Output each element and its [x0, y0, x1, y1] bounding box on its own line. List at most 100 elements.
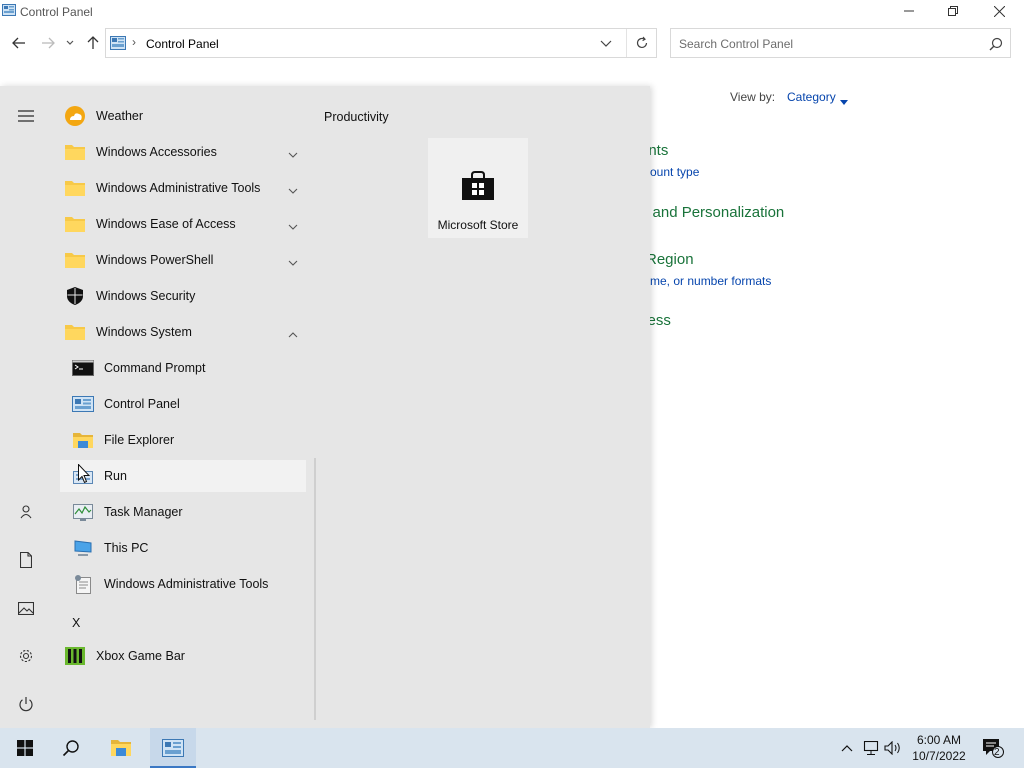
app-windows-administrative-tools-child[interactable]: Windows Administrative Tools — [60, 568, 306, 600]
control-panel-icon — [2, 4, 16, 16]
app-command-prompt[interactable]: Command Prompt — [60, 352, 306, 384]
start-menu: Weather Windows Accessories Windows Admi… — [0, 86, 650, 728]
address-dropdown-icon[interactable] — [600, 37, 614, 49]
clock-date: 10/7/2022 — [912, 749, 966, 763]
app-weather[interactable]: Weather — [60, 100, 306, 132]
change-date-time-formats-link[interactable]: time, or number formats — [644, 274, 771, 288]
app-label: Task Manager — [104, 505, 183, 519]
windows-start-icon[interactable] — [2, 728, 48, 768]
app-label: Run — [104, 469, 127, 483]
app-control-panel[interactable]: Control Panel — [60, 388, 306, 420]
view-by-dropdown[interactable]: Category — [787, 90, 836, 104]
tile-group-title[interactable]: Productivity — [324, 110, 389, 124]
clock-time: 6:00 AM — [916, 733, 962, 747]
chevron-down-icon[interactable] — [288, 183, 298, 194]
clock-region-link[interactable]: Region — [646, 251, 694, 268]
user-icon[interactable] — [10, 496, 42, 528]
chevron-up-icon[interactable] — [288, 327, 298, 338]
control-panel-icon — [72, 393, 94, 415]
system-clock[interactable]: 6:00 AM 10/7/2022 — [904, 732, 974, 764]
file-explorer-icon — [72, 429, 94, 451]
start-menu-rail — [0, 86, 52, 728]
volume-icon[interactable] — [884, 740, 902, 756]
power-icon[interactable] — [10, 688, 42, 720]
recent-locations-chevron-icon[interactable] — [63, 34, 77, 52]
app-windows-security[interactable]: Windows Security — [60, 280, 306, 312]
restore-button[interactable] — [930, 0, 976, 22]
app-label: Windows System — [96, 325, 192, 339]
xbox-game-bar-icon — [64, 645, 86, 667]
documents-icon[interactable] — [10, 544, 42, 576]
app-list: Weather Windows Accessories Windows Admi… — [52, 86, 314, 728]
app-run[interactable]: Run — [60, 460, 306, 492]
back-button[interactable] — [9, 34, 29, 52]
microsoft-store-icon — [461, 170, 495, 202]
app-windows-ease-of-access[interactable]: Windows Ease of Access — [60, 208, 306, 240]
folder-icon — [64, 177, 86, 199]
notification-center-icon[interactable] — [982, 738, 1004, 758]
chevron-down-icon[interactable] — [288, 219, 298, 230]
network-icon[interactable] — [862, 740, 880, 756]
chevron-down-icon[interactable] — [288, 255, 298, 266]
app-windows-administrative-tools[interactable]: Windows Administrative Tools — [60, 172, 306, 204]
view-by-label: View by: — [730, 90, 776, 104]
close-button[interactable] — [976, 0, 1022, 22]
minimize-button[interactable] — [886, 0, 932, 22]
title-bar[interactable]: Control Panel — [0, 0, 1024, 24]
control-panel-icon[interactable] — [150, 728, 196, 768]
app-this-pc[interactable]: This PC — [60, 532, 306, 564]
app-label: Xbox Game Bar — [96, 649, 185, 663]
shield-icon — [64, 285, 86, 307]
folder-icon — [64, 249, 86, 271]
tile-label: Microsoft Store — [437, 218, 519, 232]
search-icon[interactable] — [989, 37, 1003, 51]
app-label: Control Panel — [104, 397, 180, 411]
file-explorer-icon[interactable] — [98, 728, 144, 768]
chevron-down-icon[interactable] — [288, 147, 298, 158]
app-windows-system[interactable]: Windows System — [60, 316, 306, 348]
app-label: Weather — [96, 109, 144, 123]
search-icon[interactable] — [48, 728, 94, 768]
address-divider — [626, 29, 627, 57]
refresh-icon[interactable] — [634, 35, 650, 51]
folder-icon — [64, 213, 86, 235]
app-label: Windows PowerShell — [96, 253, 214, 267]
app-xbox-game-bar[interactable]: Xbox Game Bar — [60, 640, 306, 672]
app-task-manager[interactable]: Task Manager — [60, 496, 306, 528]
app-windows-accessories[interactable]: Windows Accessories — [60, 136, 306, 168]
folder-icon — [64, 141, 86, 163]
pictures-icon[interactable] — [10, 592, 42, 624]
folder-icon — [64, 321, 86, 343]
hamburger-menu-icon[interactable] — [10, 100, 42, 132]
search-box[interactable]: Search Control Panel — [670, 28, 1011, 58]
mouse-cursor-icon — [78, 463, 91, 484]
this-pc-icon — [72, 537, 94, 559]
tile-microsoft-store[interactable]: Microsoft Store — [428, 138, 528, 238]
breadcrumb-control-panel[interactable]: Control Panel — [146, 37, 219, 51]
up-button[interactable] — [83, 34, 103, 52]
task-manager-icon — [72, 501, 94, 523]
appearance-personalization-link[interactable]: e and Personalization — [640, 204, 784, 221]
app-label: Windows Ease of Access — [96, 217, 236, 231]
app-list-scrollbar[interactable] — [314, 458, 316, 720]
window-title: Control Panel — [20, 5, 93, 19]
address-bar[interactable]: › Control Panel — [105, 28, 657, 58]
app-label: File Explorer — [104, 433, 175, 447]
admin-tools-icon — [72, 573, 94, 595]
taskbar: 6:00 AM 10/7/2022 2 — [0, 728, 1024, 768]
weather-icon — [64, 105, 86, 127]
view-by-caret-icon[interactable] — [840, 94, 848, 108]
breadcrumb-chevron-icon[interactable]: › — [132, 35, 136, 49]
app-file-explorer[interactable]: File Explorer — [60, 424, 306, 456]
app-label: Command Prompt — [104, 361, 206, 375]
app-label: Windows Security — [96, 289, 196, 303]
search-input[interactable]: Search Control Panel — [679, 37, 793, 51]
settings-gear-icon[interactable] — [10, 640, 42, 672]
letter-header-x[interactable]: X — [72, 616, 80, 630]
change-account-type-link[interactable]: count type — [644, 165, 699, 179]
chevron-up-icon[interactable] — [838, 740, 856, 756]
forward-button[interactable] — [38, 34, 58, 52]
command-prompt-icon — [72, 357, 94, 379]
app-windows-powershell[interactable]: Windows PowerShell — [60, 244, 306, 276]
app-label: Windows Administrative Tools — [104, 577, 269, 591]
